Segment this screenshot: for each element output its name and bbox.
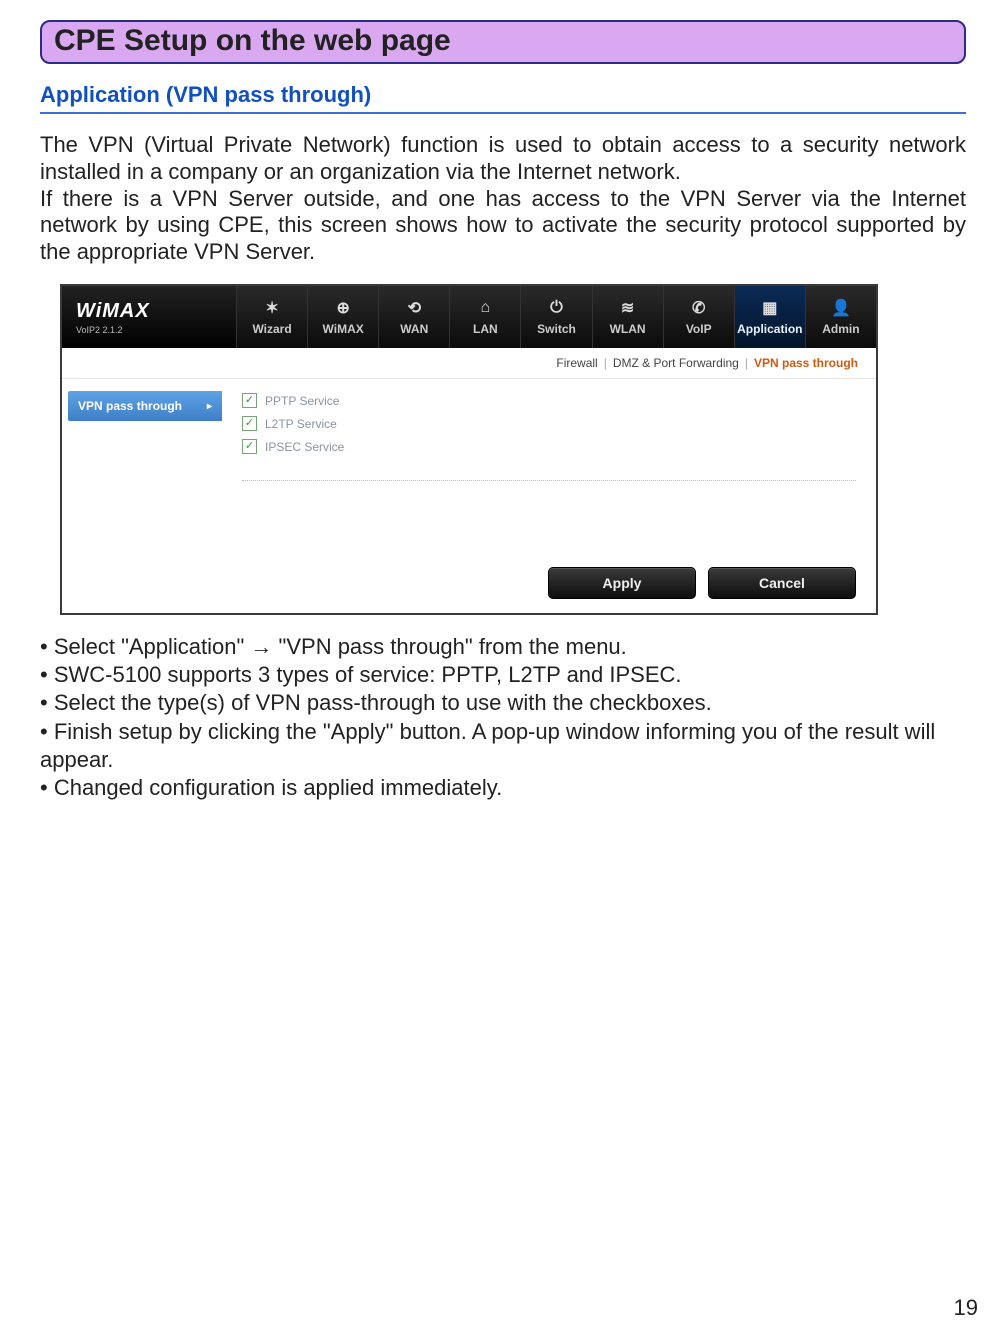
- logo-sub: VoIP2 2.1.2: [76, 325, 236, 335]
- nav-wimax[interactable]: ⊕ WiMAX: [307, 286, 378, 348]
- nav-application[interactable]: ▦ Application: [734, 286, 805, 348]
- content-panel: ✓ PPTP Service ✓ L2TP Service ✓ IPSEC Se…: [222, 379, 876, 567]
- instruction-bullets: • Select "Application" → "VPN pass throu…: [40, 633, 966, 802]
- option-ipsec: ✓ IPSEC Service: [242, 439, 856, 454]
- section-rule: [40, 112, 966, 114]
- nav-label: WiMAX: [323, 322, 364, 336]
- button-row: Apply Cancel: [62, 567, 876, 613]
- logo-main: WiMAX: [76, 300, 236, 323]
- wizard-icon: ✶: [262, 298, 282, 318]
- page-number: 19: [954, 1295, 978, 1321]
- top-nav: WiMAX VoIP2 2.1.2 ✶ Wizard ⊕ WiMAX ⟲ WAN…: [62, 286, 876, 348]
- bullet-3: • Select the type(s) of VPN pass-through…: [40, 689, 966, 717]
- wimax-icon: ⊕: [333, 298, 353, 318]
- title-box: CPE Setup on the web page: [40, 20, 966, 64]
- nav-label: VoIP: [686, 322, 712, 336]
- sidebar-item-label: VPN pass through: [78, 399, 182, 413]
- nav-items: ✶ Wizard ⊕ WiMAX ⟲ WAN ⌂ LAN ⏻ Switch: [236, 286, 876, 348]
- nav-label: Application: [737, 322, 802, 336]
- nav-admin[interactable]: 👤 Admin: [805, 286, 876, 348]
- option-label: IPSEC Service: [265, 440, 344, 454]
- bullet-4: • Finish setup by clicking the "Apply" b…: [40, 718, 966, 774]
- checkbox-l2tp[interactable]: ✓: [242, 416, 257, 431]
- section-heading: Application (VPN pass through): [40, 82, 966, 108]
- nav-label: Wizard: [252, 322, 291, 336]
- intro-para-1: The VPN (Virtual Private Network) functi…: [40, 132, 966, 186]
- nav-label: Switch: [537, 322, 576, 336]
- cancel-button[interactable]: Cancel: [708, 567, 856, 599]
- nav-label: LAN: [473, 322, 498, 336]
- subtab-separator: |: [604, 356, 607, 370]
- nav-lan[interactable]: ⌂ LAN: [449, 286, 520, 348]
- chevron-right-icon: ▸: [207, 401, 212, 412]
- nav-label: WAN: [400, 322, 428, 336]
- logo-cell: WiMAX VoIP2 2.1.2: [62, 286, 236, 348]
- option-pptp: ✓ PPTP Service: [242, 393, 856, 408]
- nav-wlan[interactable]: ≋ WLAN: [592, 286, 663, 348]
- admin-icon: 👤: [831, 298, 851, 318]
- voip-icon: ✆: [689, 298, 709, 318]
- intro-para-2: If there is a VPN Server outside, and on…: [40, 186, 966, 266]
- title-text: CPE Setup on the web page: [54, 24, 451, 57]
- bullet-2: • SWC-5100 supports 3 types of service: …: [40, 661, 966, 689]
- bullet-1: • Select "Application" → "VPN pass throu…: [40, 633, 966, 661]
- content-row: VPN pass through ▸ ✓ PPTP Service ✓ L2TP…: [62, 379, 876, 567]
- nav-wan[interactable]: ⟲ WAN: [378, 286, 449, 348]
- subtab-vpn-pass-through[interactable]: VPN pass through: [752, 356, 860, 370]
- sidebar-item-vpn-pass-through[interactable]: VPN pass through ▸: [68, 391, 222, 421]
- lan-icon: ⌂: [475, 298, 495, 318]
- apply-button[interactable]: Apply: [548, 567, 696, 599]
- wan-icon: ⟲: [404, 298, 424, 318]
- checkbox-pptp[interactable]: ✓: [242, 393, 257, 408]
- checkbox-ipsec[interactable]: ✓: [242, 439, 257, 454]
- nav-label: WLAN: [610, 322, 646, 336]
- nav-voip[interactable]: ✆ VoIP: [663, 286, 734, 348]
- nav-wizard[interactable]: ✶ Wizard: [236, 286, 307, 348]
- subtab-separator: |: [745, 356, 748, 370]
- nav-switch[interactable]: ⏻ Switch: [520, 286, 591, 348]
- sub-tabs: Firewall | DMZ & Port Forwarding | VPN p…: [62, 348, 876, 379]
- subtab-dmz-port[interactable]: DMZ & Port Forwarding: [611, 356, 741, 370]
- option-label: PPTP Service: [265, 394, 339, 408]
- switch-icon: ⏻: [546, 298, 566, 318]
- embedded-screenshot: WiMAX VoIP2 2.1.2 ✶ Wizard ⊕ WiMAX ⟲ WAN…: [60, 284, 878, 615]
- subtab-firewall[interactable]: Firewall: [554, 356, 599, 370]
- option-l2tp: ✓ L2TP Service: [242, 416, 856, 431]
- application-icon: ▦: [760, 298, 780, 318]
- nav-label: Admin: [822, 322, 859, 336]
- dotted-separator: [242, 480, 856, 481]
- bullet-5: • Changed configuration is applied immed…: [40, 774, 966, 802]
- sidebar: VPN pass through ▸: [62, 379, 222, 567]
- option-label: L2TP Service: [265, 417, 337, 431]
- wlan-icon: ≋: [618, 298, 638, 318]
